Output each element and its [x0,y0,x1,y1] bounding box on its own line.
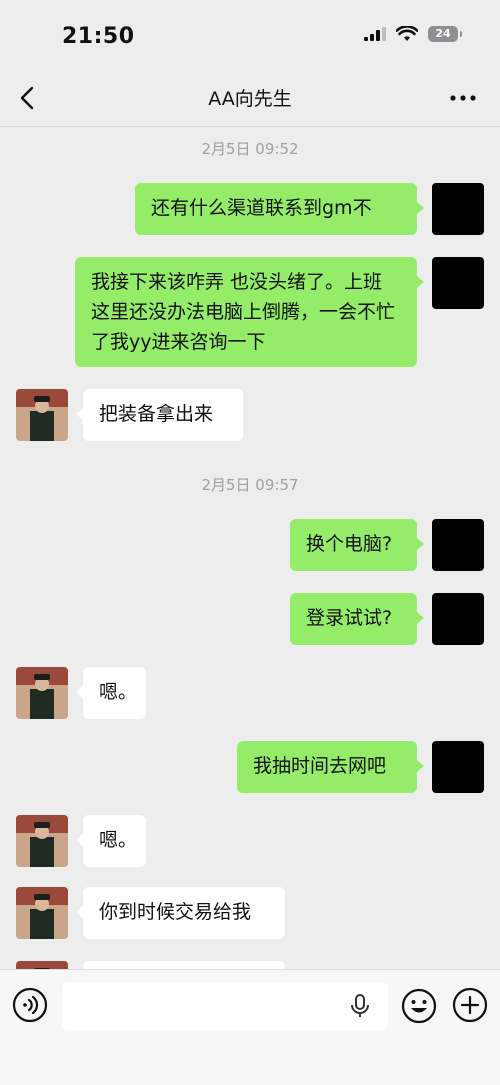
more-options-button[interactable] [448,86,478,110]
chat-header: AA向先生 [0,70,500,127]
contact-avatar[interactable] [16,667,68,719]
incoming-message-bubble[interactable]: 你到时候交易给我 [76,887,285,939]
chat-title: AA向先生 [208,88,292,110]
outgoing-message-bubble[interactable]: 登录试试? [290,593,424,645]
message-text-input[interactable] [62,982,388,1030]
self-avatar[interactable] [432,593,484,645]
battery-icon: 24 [428,26,462,42]
message-timestamp: 2月5日 09:52 [201,140,299,158]
outgoing-message-bubble[interactable]: 还有什么渠道联系到gm不 [135,183,424,235]
contact-avatar[interactable] [16,389,68,441]
incoming-message-bubble[interactable]: 把装备拿出来 [76,389,243,441]
emoji-icon [401,988,437,1024]
more-dots-icon [450,95,476,101]
outgoing-message-bubble[interactable]: 换个电脑? [290,519,424,571]
plus-icon [452,987,488,1023]
outgoing-message-bubble[interactable]: 我接下来该咋弄 也没头绪了。上班这里还没办法电脑上倒腾，一会不忙了我yy进来咨询… [75,257,424,367]
wifi-icon [396,26,418,41]
message-input-bar [0,969,500,1085]
voice-toggle-button[interactable] [12,987,48,1023]
incoming-message-bubble[interactable]: 嗯。 [76,815,146,867]
outgoing-message-bubble[interactable]: 我抽时间去网吧 [237,741,424,793]
message-timestamp: 2月5日 09:57 [201,476,299,494]
incoming-message-bubble[interactable] [83,961,285,969]
chat-message-list[interactable]: 2月5日 09:52 还有什么渠道联系到gm不 我接下来该咋弄 也没头绪了。上班… [0,127,500,969]
self-avatar[interactable] [432,183,484,235]
self-avatar[interactable] [432,741,484,793]
signal-icon [364,27,386,41]
contact-avatar[interactable] [16,815,68,867]
contact-avatar[interactable] [16,961,68,969]
microphone-icon[interactable] [350,994,370,1018]
battery-level: 24 [435,27,451,40]
incoming-message-bubble[interactable]: 嗯。 [76,667,146,719]
status-bar: 21:50 24 [0,0,500,70]
status-icons: 24 [364,26,462,42]
voice-icon [12,987,48,1023]
self-avatar[interactable] [432,519,484,571]
contact-avatar[interactable] [16,887,68,939]
self-avatar[interactable] [432,257,484,309]
emoji-button[interactable] [400,987,438,1025]
status-time: 21:50 [62,24,135,49]
more-functions-button[interactable] [452,987,488,1023]
